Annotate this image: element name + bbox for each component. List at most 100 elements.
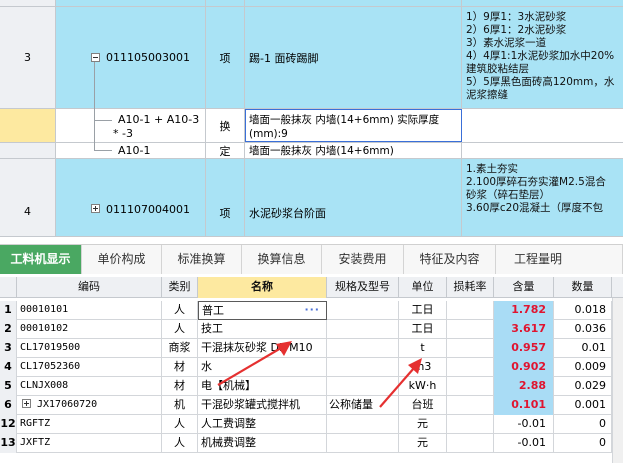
resource-content[interactable]: -0.01 [494, 434, 554, 453]
resource-name[interactable]: 电【机械】 [198, 377, 327, 396]
resource-loss-rate[interactable] [447, 320, 494, 339]
resource-loss-rate[interactable] [447, 301, 494, 320]
resource-quantity: 0.001 [554, 396, 612, 415]
resource-loss-rate[interactable] [447, 434, 494, 453]
bill-item-grid: 3 011105003001 项 踢-1 面砖踢脚 1）9厚1：3水泥砂浆 2）… [0, 0, 623, 237]
quota-code-cell[interactable]: A10-1 + A10-3 * -3 [56, 109, 206, 142]
resource-unit: 元 [399, 415, 447, 434]
col-header-spec[interactable]: 规格及型号 [327, 277, 399, 298]
resource-row[interactable]: 1 00010101 人 普工 ··· 工日 1.782 0.018 [0, 301, 623, 320]
resource-name[interactable]: 人工费调整 [198, 415, 327, 434]
item-features[interactable]: 1.素土夯实 2.100厚碎石夯实灌M2.5混合 砂浆（碎石垫层） 3.60厚c… [462, 159, 623, 236]
resource-loss-rate[interactable] [447, 396, 494, 415]
resource-name[interactable]: 机械费调整 [198, 434, 327, 453]
quota-name-editor[interactable]: 墙面一般抹灰 内墙(14+6mm) 实际厚度 (mm):9 [245, 109, 462, 142]
resource-code[interactable]: CLNJX008 [17, 377, 162, 396]
tab-features-content[interactable]: 特征及内容 [404, 245, 496, 274]
resource-row[interactable]: 12 RGFTZ 人 人工费调整 元 -0.01 0 [0, 415, 623, 434]
quota-type: 换 [206, 109, 245, 142]
col-header-code[interactable]: 编码 [17, 277, 162, 298]
resource-loss-rate[interactable] [447, 339, 494, 358]
resource-spec[interactable] [327, 377, 399, 396]
col-header-loss-rate[interactable]: 损耗率 [447, 277, 494, 298]
expand-icon[interactable] [22, 399, 31, 408]
item-name[interactable]: 踢-1 面砖踢脚 [245, 7, 462, 108]
grid-top-strip [0, 0, 623, 7]
tab-labor-material-machine[interactable]: 工料机显示 [0, 245, 82, 274]
resource-content[interactable]: 3.617 [494, 320, 554, 339]
tab-standard-conversion[interactable]: 标准换算 [162, 245, 242, 274]
bill-row-item-4[interactable]: 4 011107004001 项 水泥砂浆台阶面 1.素土夯实 2.100厚碎石… [0, 159, 623, 237]
resource-code[interactable]: JXFTZ [17, 434, 162, 453]
resource-code[interactable]: RGFTZ [17, 415, 162, 434]
vertical-scrollbar[interactable] [612, 298, 623, 463]
resource-spec[interactable] [327, 320, 399, 339]
row-number: 3 [0, 7, 56, 108]
resource-name[interactable]: 技工 [198, 320, 327, 339]
resource-content[interactable]: 2.88 [494, 377, 554, 396]
resource-spec[interactable] [327, 415, 399, 434]
feature-line: 砂浆（碎石垫层） [466, 189, 550, 201]
resource-category: 人 [162, 415, 198, 434]
resource-code[interactable]: 00010101 [17, 301, 162, 320]
col-header-category[interactable]: 类别 [162, 277, 198, 298]
collapse-icon[interactable] [91, 53, 100, 62]
resource-grid: 编码 类别 名称 规格及型号 单位 损耗率 含量 数量 1 00010101 人… [0, 277, 623, 463]
quota-code[interactable]: A10-1 [56, 143, 206, 158]
resource-row[interactable]: 6 JX17060720 机 干混砂浆罐式搅拌机 公称储量 台班 0.101 0… [0, 396, 623, 415]
resource-loss-rate[interactable] [447, 377, 494, 396]
row-number-cell [0, 143, 56, 158]
feature-line: 建筑胶粘结层 [466, 63, 529, 75]
col-header-unit[interactable]: 单位 [399, 277, 447, 298]
resource-spec[interactable] [327, 434, 399, 453]
resource-code[interactable]: CL17052360 [17, 358, 162, 377]
item-name[interactable]: 水泥砂浆台阶面 [245, 159, 462, 236]
resource-row[interactable]: 4 CL17052360 材 水 m3 0.902 0.009 [0, 358, 623, 377]
col-header-name[interactable]: 名称 [198, 277, 327, 298]
resource-row[interactable]: 13 JXFTZ 人 机械费调整 元 -0.01 0 [0, 434, 623, 453]
resource-unit: m3 [399, 358, 447, 377]
col-header-quantity[interactable]: 数量 [554, 277, 612, 298]
tab-unit-price[interactable]: 单价构成 [82, 245, 162, 274]
resource-content[interactable]: 0.101 [494, 396, 554, 415]
resource-spec[interactable] [327, 358, 399, 377]
col-header-content[interactable]: 含量 [494, 277, 554, 298]
resource-loss-rate[interactable] [447, 358, 494, 377]
resource-row[interactable]: 2 00010102 人 技工 工日 3.617 0.036 [0, 320, 623, 339]
tree-connector [94, 120, 112, 121]
resource-spec[interactable]: 公称储量 [327, 396, 399, 415]
resource-category: 人 [162, 434, 198, 453]
resource-name-editor[interactable]: 普工 ··· [198, 301, 327, 320]
resource-name[interactable]: 干混砂浆罐式搅拌机 [198, 396, 327, 415]
resource-name[interactable]: 干混抹灰砂浆 DP M10 [198, 339, 327, 358]
resource-spec[interactable] [327, 301, 399, 320]
tab-installation-fee[interactable]: 安装费用 [322, 245, 404, 274]
resource-spec[interactable] [327, 339, 399, 358]
resource-row[interactable]: 5 CLNJX008 材 电【机械】 kW·h 2.88 0.029 [0, 377, 623, 396]
resource-content[interactable]: 1.782 [494, 301, 554, 320]
resource-loss-rate[interactable] [447, 415, 494, 434]
resource-name[interactable]: 水 [198, 358, 327, 377]
quota-name-cont: (mm):9 [249, 128, 288, 140]
row-number: 6 [0, 396, 17, 415]
row-number: 1 [0, 301, 17, 320]
quota-name[interactable]: 墙面一般抹灰 内墙(14+6mm) [245, 143, 462, 158]
resource-code[interactable]: 00010102 [17, 320, 162, 339]
tab-conversion-info[interactable]: 换算信息 [242, 245, 322, 274]
resource-content[interactable]: -0.01 [494, 415, 554, 434]
item-features[interactable]: 1）9厚1：3水泥砂浆 2）6厚1：2水泥砂浆 3）素水泥浆一道 4）4厚1:1… [462, 7, 623, 108]
resource-row[interactable]: 3 CL17019500 商浆 干混抹灰砂浆 DP M10 t 0.957 0.… [0, 339, 623, 358]
resource-content[interactable]: 0.957 [494, 339, 554, 358]
resource-code[interactable]: CL17019500 [17, 339, 162, 358]
resource-code-cell[interactable]: JX17060720 [17, 396, 162, 415]
resource-content[interactable]: 0.902 [494, 358, 554, 377]
quota-code-cont: * -3 [113, 127, 133, 140]
more-options-icon[interactable]: ··· [304, 302, 320, 319]
item-code-cell[interactable]: 011107004001 [56, 159, 206, 236]
expand-icon[interactable] [91, 204, 100, 213]
tab-quantity-detail[interactable]: 工程量明 [496, 245, 623, 274]
resource-code: JX17060720 [37, 399, 98, 410]
item-code-cell[interactable]: 011105003001 [56, 7, 206, 108]
resource-category: 人 [162, 301, 198, 320]
feature-line: 1.素土夯实 [466, 163, 519, 175]
